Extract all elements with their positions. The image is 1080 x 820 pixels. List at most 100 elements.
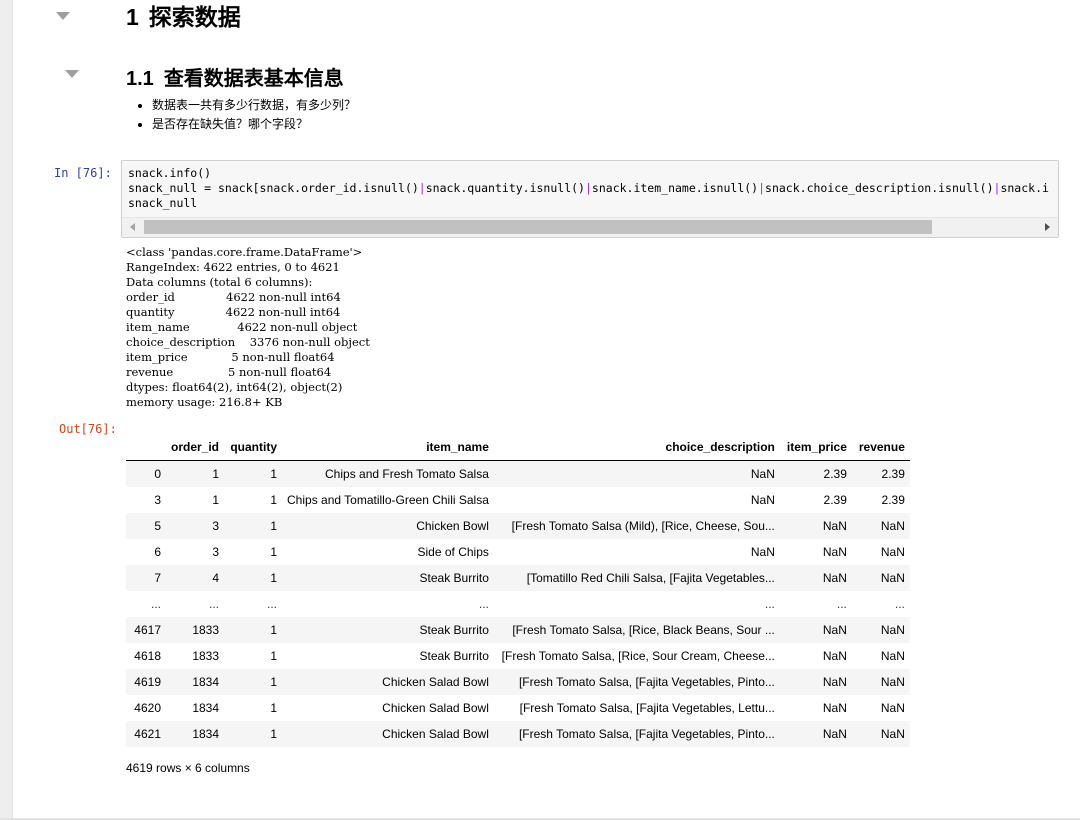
stdout-line: choice_description 3376 non-null object	[126, 335, 370, 349]
table-row: 5 3 1 Chicken Bowl [Fresh Tomato Salsa (…	[126, 513, 910, 539]
heading-2: 1.1 查看数据表基本信息	[126, 62, 344, 91]
table-cell: Chicken Salad Bowl	[382, 675, 489, 689]
stdout-line: revenue 5 non-null float64	[126, 365, 332, 379]
scroll-left-icon[interactable]	[130, 223, 135, 231]
scrollbar-thumb[interactable]	[144, 220, 932, 234]
table-row: 4617 1833 1 Steak Burrito [Fresh Tomato …	[126, 617, 910, 643]
table-cell: NaN	[750, 467, 775, 481]
stdout-line: quantity 4622 non-null int64	[126, 305, 341, 319]
table-cell: 1	[270, 571, 278, 585]
table-cell: NaN	[750, 493, 775, 507]
table-cell: [Fresh Tomato Salsa, [Fajita Vegetables,…	[518, 727, 775, 741]
column-header: quantity	[224, 434, 283, 461]
table-cell: NaN	[822, 623, 847, 637]
collapse-heading2-icon[interactable]	[65, 70, 79, 78]
code-operator: |	[584, 181, 592, 195]
row-index: 4620	[134, 701, 161, 715]
table-cell: NaN	[822, 701, 847, 715]
table-cell: Chicken Salad Bowl	[382, 701, 489, 715]
stdout-output: <class 'pandas.core.frame.DataFrame'> Ra…	[126, 245, 370, 410]
table-cell: NaN	[880, 545, 905, 559]
table-cell: [Fresh Tomato Salsa (Mild), [Rice, Chees…	[511, 519, 775, 533]
table-cell: Chips and Tomatillo-Green Chili Salsa	[287, 493, 489, 507]
code-segment: snack.quantity.isnull()	[425, 181, 585, 195]
table-cell: [Fresh Tomato Salsa, [Rice, Black Beans,…	[512, 623, 775, 637]
table-cell: ...	[267, 597, 278, 611]
column-header: choice_description	[493, 434, 780, 461]
table-cell: 2.39	[823, 467, 847, 481]
code-segment: snack_null = snack[snack.order_id.isnull…	[128, 181, 419, 195]
row-index: 4617	[134, 623, 161, 637]
table-row: 3 1 1 Chips and Tomatillo-Green Chili Sa…	[126, 487, 910, 513]
stdout-line: order_id 4622 non-null int64	[126, 290, 341, 304]
stdout-line: memory usage: 216.8+ KB	[126, 395, 283, 409]
table-cell: Chicken Bowl	[416, 519, 489, 533]
table-row: 4619 1834 1 Chicken Salad Bowl [Fresh To…	[126, 669, 910, 695]
table-cell: 1	[270, 493, 278, 507]
dataframe-table: order_id quantity item_name choice_descr…	[126, 434, 910, 747]
table-cell: NaN	[880, 727, 905, 741]
bullet-item: 是否存在缺失值？哪个字段？	[152, 115, 356, 134]
row-index: 7	[154, 571, 161, 585]
table-cell: NaN	[822, 649, 847, 663]
table-cell: Steak Burrito	[419, 571, 489, 585]
table-cell: NaN	[822, 519, 847, 533]
output-prompt: Out[76]:	[59, 422, 117, 436]
heading-1: 1 探索数据	[126, 0, 241, 32]
code-cell-editor[interactable]: snack.info() snack_null = snack[snack.ord…	[121, 160, 1059, 238]
table-cell: NaN	[822, 727, 847, 741]
row-index: 3	[154, 493, 161, 507]
notebook-page: 1 探索数据 1.1 查看数据表基本信息 数据表一共有多少行数据，有多少列？ 是否存…	[0, 0, 1080, 820]
bullet-list: 数据表一共有多少行数据，有多少列？ 是否存在缺失值？哪个字段？	[132, 96, 356, 134]
column-header: revenue	[851, 434, 910, 461]
table-cell: 2.39	[881, 467, 905, 481]
table-cell: NaN	[880, 701, 905, 715]
table-row: 4620 1834 1 Chicken Salad Bowl [Fresh To…	[126, 695, 910, 721]
table-cell: 1	[270, 675, 278, 689]
row-index: 0	[154, 467, 161, 481]
heading-1-title: 探索数据	[148, 4, 241, 30]
table-cell: [Fresh Tomato Salsa, [Fajita Vegetables,…	[518, 675, 775, 689]
code-line-1: snack.info()	[128, 166, 212, 180]
row-index: 4621	[134, 727, 161, 741]
table-row: 4618 1833 1 Steak Burrito [Fresh Tomato …	[126, 643, 910, 669]
code-operator: |	[758, 181, 766, 195]
collapse-heading1-icon[interactable]	[56, 12, 70, 20]
table-cell: 4	[212, 571, 220, 585]
code-segment: snack.item_name.isnull()	[591, 181, 759, 195]
table-cell: NaN	[880, 519, 905, 533]
code-line-2: snack_null = snack[snack.order_id.isnull…	[128, 181, 1049, 196]
table-cell: NaN	[880, 623, 905, 637]
column-header-index	[126, 434, 166, 461]
table-cell: NaN	[822, 675, 847, 689]
table-cell: [Fresh Tomato Salsa, [Rice, Sour Cream, …	[501, 649, 775, 663]
row-index: 6	[154, 545, 161, 559]
column-header: order_id	[166, 434, 225, 461]
row-index: ...	[150, 597, 161, 611]
scroll-right-icon[interactable]	[1045, 223, 1050, 231]
table-cell: [Tomatillo Red Chili Salsa, [Fajita Vege…	[526, 571, 775, 585]
heading-1-number: 1	[126, 4, 139, 30]
table-cell: ...	[836, 597, 847, 611]
table-cell: [Fresh Tomato Salsa, [Fajita Vegetables,…	[519, 701, 775, 715]
table-cell: NaN	[822, 545, 847, 559]
table-cell: 1	[270, 701, 278, 715]
table-row: 0 1 1 Chips and Fresh Tomato Salsa NaN 2…	[126, 460, 910, 487]
table-cell: NaN	[880, 675, 905, 689]
stdout-line: dtypes: float64(2), int64(2), object(2)	[126, 380, 343, 394]
code-text[interactable]: snack.info() snack_null = snack[snack.ord…	[128, 166, 1049, 211]
table-cell: 1	[270, 649, 278, 663]
table-cell: 2.39	[881, 493, 905, 507]
row-index: 5	[154, 519, 161, 533]
table-cell: NaN	[750, 545, 775, 559]
table-cell: ...	[764, 597, 775, 611]
table-cell: 1	[270, 727, 278, 741]
horizontal-scrollbar[interactable]	[122, 217, 1058, 237]
stdout-line: Data columns (total 6 columns):	[126, 275, 313, 289]
table-header-row: order_id quantity item_name choice_descr…	[126, 434, 910, 461]
dataframe-shape-text: 4619 rows × 6 columns	[126, 761, 250, 775]
table-cell: 1	[212, 493, 220, 507]
table-cell: 2.39	[823, 493, 847, 507]
table-cell: Chicken Salad Bowl	[382, 727, 489, 741]
code-operator: |	[418, 181, 426, 195]
